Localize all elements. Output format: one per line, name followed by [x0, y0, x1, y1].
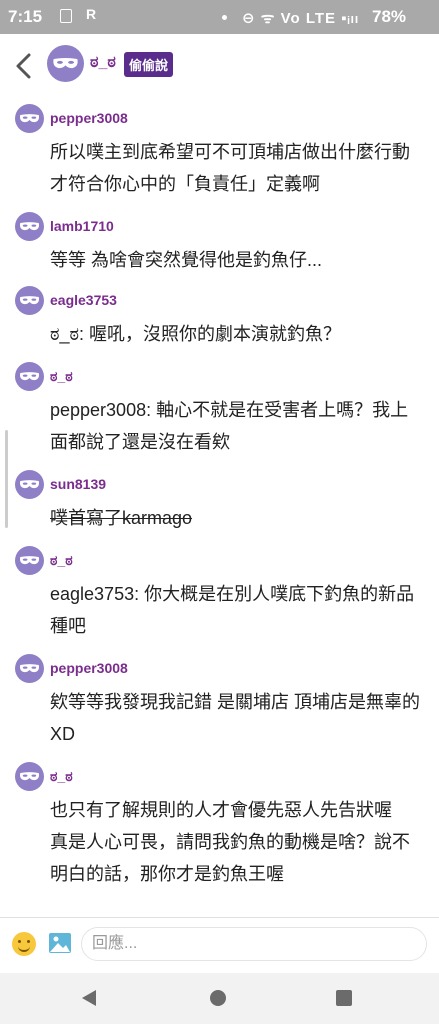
mask-icon	[19, 480, 40, 489]
mask-icon	[19, 222, 40, 231]
status-time: 7:15	[8, 7, 43, 26]
reply-bar	[0, 917, 439, 974]
back-arrow-icon[interactable]	[12, 50, 36, 82]
mask-icon	[19, 772, 40, 781]
mask-icon	[19, 296, 40, 305]
comment-text: 也只有了解規則的人才會優先惡人先告狀喔 真是人心可畏，請問我釣魚的動機是啥？說不…	[50, 794, 425, 890]
comment-username[interactable]: pepper3008	[50, 660, 128, 676]
comment-text: 噗首寫了karmago	[50, 508, 193, 528]
mask-icon	[19, 664, 40, 673]
commenter-avatar[interactable]	[15, 546, 44, 575]
status-icons: ⊖ ᯤ Vo LTE ▪ᵢₗₗ	[242, 10, 360, 27]
commenter-avatar[interactable]	[15, 762, 44, 791]
r-notification-icon: R	[85, 6, 97, 22]
mask-icon	[19, 372, 40, 381]
poster-name[interactable]: ಠ_ಠ	[90, 54, 116, 72]
commenter-avatar[interactable]	[15, 104, 44, 133]
comment-username[interactable]: ಠ_ಠ	[50, 368, 73, 385]
comment-text: 等等 為啥會突然覺得他是釣魚仔...	[50, 250, 323, 270]
mask-icon	[53, 57, 78, 69]
comment-text: ಠ_ಠ: 喔吼，沒照你的劇本演就釣魚？	[50, 324, 342, 344]
comment-text-line: 也只有了解規則的人才會優先惡人先告狀喔	[50, 800, 392, 820]
comment-username[interactable]: eagle3753	[50, 292, 117, 308]
comment-username[interactable]: ಠ_ಠ	[50, 768, 73, 785]
qualifier-tag: 偷偷說	[124, 52, 174, 77]
comment-username[interactable]: sun8139	[50, 476, 106, 492]
commenter-avatar[interactable]	[15, 654, 44, 683]
image-upload-icon[interactable]	[48, 932, 72, 954]
emoticon-icon[interactable]	[12, 932, 36, 956]
comment-username[interactable]: lamb1710	[50, 218, 114, 234]
comment-text-line: 真是人心可畏，請問我釣魚的動機是啥？說不明白的話，那你才是釣魚王喔	[50, 832, 410, 884]
comment-text: eagle3753: 你大概是在別人噗底下釣魚的新品種吧	[50, 584, 415, 636]
commenter-avatar[interactable]	[15, 470, 44, 499]
commenter-avatar[interactable]	[15, 212, 44, 241]
commenter-avatar[interactable]	[15, 362, 44, 391]
nav-back-icon[interactable]	[82, 990, 96, 1006]
comment-text: 欸等等我發現我記錯 是關埔店 頂埔店是無辜的XD	[50, 692, 420, 744]
thread-header: ಠ_ಠ 偷偷說	[0, 34, 439, 98]
sim-card-icon	[60, 9, 72, 23]
notification-dot-icon	[222, 15, 227, 20]
comment-username[interactable]: pepper3008	[50, 110, 128, 126]
nav-home-icon[interactable]	[210, 990, 226, 1006]
system-nav-bar	[0, 973, 439, 1024]
mask-icon	[19, 114, 40, 123]
comment-username[interactable]: ಠ_ಠ	[50, 552, 73, 569]
nav-recents-icon[interactable]	[336, 990, 352, 1006]
status-bar: 7:15 R ⊖ ᯤ Vo LTE ▪ᵢₗₗ 78%	[0, 0, 439, 34]
battery-indicator: 78%	[372, 7, 407, 26]
reply-input[interactable]	[81, 927, 427, 961]
scrollbar[interactable]	[5, 430, 8, 528]
comment-text: pepper3008: 軸心不就是在受害者上嗎？我上面都說了還是沒在看欸	[50, 400, 409, 452]
poster-avatar[interactable]	[47, 45, 84, 82]
commenter-avatar[interactable]	[15, 286, 44, 315]
comment-text: 所以噗主到底希望可不可頂埔店做出什麼行動 才符合你心中的「負責任」定義啊	[50, 142, 410, 194]
mask-icon	[19, 556, 40, 565]
